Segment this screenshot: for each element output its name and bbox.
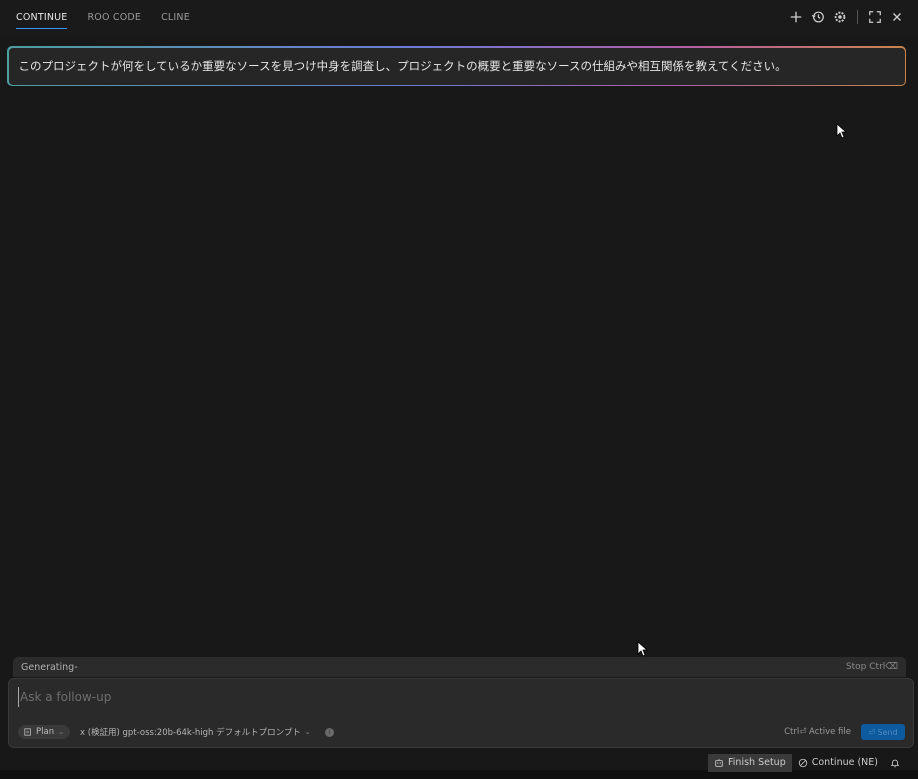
mouse-cursor-icon: [836, 123, 848, 143]
generating-status-bar: Generating- Stop Ctrl⌫: [13, 657, 906, 677]
tab-roo-code[interactable]: ROO CODE: [87, 6, 141, 28]
tab-continue[interactable]: CONTINUE: [16, 6, 68, 29]
user-prompt-message[interactable]: このプロジェクトが何をしているか重要なソースを見つけ中身を調査し、プロジェクトの…: [7, 46, 906, 86]
plan-icon: [24, 728, 31, 736]
finish-setup-label: Finish Setup: [728, 757, 786, 768]
continue-status-button[interactable]: Continue (NE): [792, 754, 884, 772]
follow-up-input[interactable]: [18, 687, 898, 707]
finish-setup-button[interactable]: Finish Setup: [708, 753, 792, 772]
maximize-icon[interactable]: [864, 6, 886, 28]
mode-label: Plan: [36, 727, 55, 737]
generating-status-text: Generating-: [21, 661, 78, 673]
history-icon[interactable]: [807, 6, 829, 28]
continue-status-label: Continue (NE): [811, 757, 878, 768]
gear-icon[interactable]: [829, 6, 851, 28]
user-prompt-text: このプロジェクトが何をしているか重要なソースを見つけ中身を調査し、プロジェクトの…: [8, 47, 905, 85]
robot-icon: [715, 758, 723, 767]
panel-tab-bar: CONTINUE ROO CODE CLINE: [0, 0, 918, 34]
chevron-down-icon: ⌄: [304, 728, 311, 736]
disabled-circle-icon: [798, 758, 807, 767]
send-button[interactable]: ⏎ Send: [861, 724, 905, 740]
toolbar-divider: [857, 10, 858, 24]
input-toolbar: Plan ⌄ x (検証用) gpt-oss:20b-64k-high デフォル…: [18, 724, 905, 740]
stop-generation-button[interactable]: Stop Ctrl⌫: [846, 662, 898, 672]
notification-bell-icon[interactable]: [884, 754, 906, 772]
chat-input-container: Plan ⌄ x (検証用) gpt-oss:20b-64k-high デフォル…: [8, 678, 914, 748]
active-file-shortcut[interactable]: Ctrl⏎ Active file: [784, 727, 851, 737]
status-bar: Finish Setup Continue (NE): [0, 752, 918, 779]
chevron-down-icon: ⌄: [58, 728, 64, 736]
mode-selector[interactable]: Plan ⌄: [18, 725, 70, 739]
model-label: x (検証用) gpt-oss:20b-64k-high デフォルトプロンプト: [79, 728, 301, 738]
tab-cline[interactable]: CLINE: [161, 6, 190, 28]
info-icon[interactable]: i: [324, 727, 334, 737]
plus-icon[interactable]: [785, 6, 807, 28]
close-icon[interactable]: [886, 6, 908, 28]
model-selector[interactable]: x (検証用) gpt-oss:20b-64k-high デフォルトプロンプト …: [80, 726, 311, 738]
